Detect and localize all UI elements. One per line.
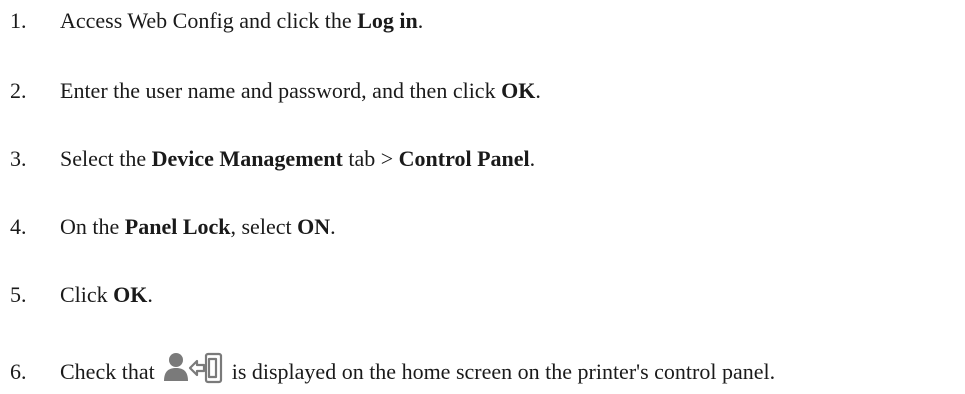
step-text: is displayed on the home screen on the p…: [226, 359, 776, 384]
step-text: Access Web Config and click the: [60, 8, 358, 33]
ok-label: OK: [501, 78, 536, 103]
step-1: 1. Access Web Config and click the Log in…: [10, 6, 965, 36]
step-text: .: [535, 78, 541, 103]
step-number: 1.: [10, 8, 27, 33]
step-text: .: [417, 8, 424, 33]
step-number: 5.: [10, 282, 27, 307]
log-in-label: Log in: [357, 8, 418, 33]
step-text: , select: [230, 214, 298, 239]
panel-lock-label: Panel Lock: [124, 214, 231, 239]
step-6: 6. Check that is displayed on the home sc…: [10, 351, 965, 387]
step-text: .: [529, 146, 536, 171]
step-text: Check that: [60, 359, 161, 384]
step-text: tab >: [342, 146, 399, 171]
control-panel-label: Control Panel: [398, 146, 530, 171]
step-2: 2. Enter the user name and password, and …: [10, 76, 965, 106]
instruction-steps: 1. Access Web Config and click the Log in…: [0, 0, 965, 394]
step-text: Select the: [60, 146, 152, 171]
step-3: 3. Select the Device Management tab > Con…: [10, 144, 965, 174]
step-text: On the: [60, 214, 125, 239]
step-number: 2.: [10, 78, 27, 103]
ok-label: OK: [113, 282, 148, 307]
step-number: 6.: [10, 359, 27, 384]
step-5: 5. Click OK.: [10, 280, 965, 310]
step-text: Click: [60, 282, 114, 307]
device-management-label: Device Management: [151, 146, 343, 171]
step-text: .: [147, 282, 153, 307]
step-number: 3.: [10, 146, 27, 171]
step-text: Enter the user name and password, and th…: [60, 78, 502, 103]
step-4: 4. On the Panel Lock, select ON.: [10, 212, 965, 242]
user-logout-icon: [164, 352, 223, 384]
step-text: .: [330, 214, 336, 239]
step-number: 4.: [10, 214, 27, 239]
on-label: ON: [297, 214, 331, 239]
